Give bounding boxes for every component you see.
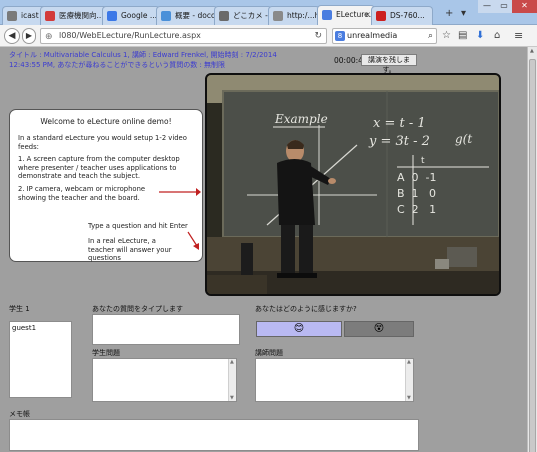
leave-lecture-button[interactable]: 講演を残します。 [361,54,417,74]
menu-icon[interactable]: ≡ [514,29,523,42]
globe-icon: ⊕ [45,32,53,42]
url-input[interactable]: ⊕ l080/WebELecture/RunLecture.aspx ↻ [40,28,327,44]
demo-paragraph-1: In a standard eLecture you would setup 1… [18,134,187,151]
board-table-head: t [421,156,425,166]
tab-label: Google ... [121,11,157,20]
scrollbar[interactable] [228,359,236,401]
close-tab-icon[interactable]: × [364,6,371,24]
smiley-icon: 😊 [293,323,305,334]
lecturer-questions-box[interactable] [255,358,414,402]
student-questions-label: 学生問題 [92,349,120,357]
tab-2[interactable]: 医療機関向... [40,6,108,25]
tab-3[interactable]: Google ... [102,6,160,25]
demo-paragraph-5: In a real eLecture, a teacher will answe… [88,237,172,262]
tab-favicon-icon [7,11,17,21]
reload-icon[interactable]: ↻ [314,29,322,43]
home-icon[interactable]: ⌂ [494,30,500,41]
url-text: l080/WebELecture/RunLecture.aspx [59,31,201,40]
student-questions-box[interactable] [92,358,237,402]
tab-list-icon[interactable]: ▾ [461,8,466,19]
demo-title: Welcome to eLecture online demo! [40,117,172,126]
list-item[interactable]: guest1 [12,324,69,332]
board-eq3: g(t [455,132,472,146]
feel-happy-button[interactable]: 😊 [256,321,342,337]
download-icon[interactable]: ⬇ [476,30,484,41]
notes-label: メモ帳 [9,410,30,418]
back-icon[interactable]: ◀ [4,28,20,44]
tab-favicon-icon [107,11,117,21]
tab-favicon-icon [45,11,55,21]
demo-paragraph-4: Type a question and hit Enter [88,222,188,230]
search-input[interactable]: 8 unrealmedia ⌕ [332,28,437,44]
lecture-info: タイトル : Multivariable Calculus 1, 講師 : Ed… [9,51,277,69]
demo-paragraph-3: 2. IP camera, webcam or microphone showi… [18,185,146,202]
search-text: unrealmedia [347,31,398,40]
tab-favicon-icon [322,10,332,20]
scroll-up-icon[interactable]: ▲ [530,48,534,54]
search-engine-icon[interactable]: 8 [335,31,345,41]
students-label: 学生 1 [9,305,30,313]
confused-icon: 😵 [373,323,385,334]
board-eq1: x = t - 1 [373,116,426,131]
feel-label: あなたはどのように感じますか? [255,305,357,313]
tab-6[interactable]: http:/...html [268,6,320,25]
tab-label: 概要 - doco... [175,11,218,20]
tab-label: どこカメ - d... [233,11,271,20]
feel-confused-button[interactable]: 😵 [344,321,414,337]
tab-favicon-icon [376,11,386,21]
board-row-c: C 2 1 [397,203,436,216]
tab-electure-active[interactable]: ELecture... × [317,5,375,26]
tab-label: 医療機関向... [59,11,104,20]
arrow-icon [187,231,199,250]
board-row-b: B 1 0 [397,187,436,200]
tab-favicon-icon [161,11,171,21]
board-example: Example [274,112,328,126]
scrollbar-thumb[interactable] [529,59,536,452]
clipboard-icon[interactable]: ▤ [458,30,467,41]
tab-favicon-icon [219,11,229,21]
tab-8[interactable]: DS-760... [371,6,433,25]
page-scrollbar[interactable]: ▲ [527,47,537,452]
search-icon[interactable]: ⌕ [428,29,433,43]
video-feed[interactable]: Example x = t - 1 y = 3t - 2 g(t t A 0 -… [205,73,501,296]
board-row-a: A 0 -1 [397,171,436,184]
new-tab-icon[interactable]: + [445,8,453,19]
tab-4[interactable]: 概要 - doco... [156,6,218,25]
arrow-icon [159,188,201,196]
board-eq2: y = 3t - 2 [368,134,430,149]
demo-instructions-panel: Welcome to eLecture online demo! In a st… [9,109,203,262]
tab-strip: icast (... 医療機関向... Google ... 概要 - doco… [0,0,537,26]
minimize-icon[interactable]: — [478,0,496,13]
question-label: あなたの質問をタイプします [92,305,183,313]
question-input[interactable] [92,314,240,345]
tab-label: DS-760... [390,11,425,20]
bookmark-star-icon[interactable]: ☆ [442,30,451,41]
notes-input[interactable] [9,419,419,451]
tab-favicon-icon [273,11,283,21]
maximize-icon[interactable]: ▭ [496,0,512,13]
forward-icon[interactable]: ▶ [22,28,36,44]
lecturer-questions-label: 講師問題 [255,349,283,357]
scrollbar[interactable] [405,359,413,401]
demo-paragraph-2: 1. A screen capture from the computer de… [18,155,180,180]
student-list[interactable]: guest1 [9,321,72,398]
tab-label: http:/...html [287,11,319,20]
lecture-video-frame: Example x = t - 1 y = 3t - 2 g(t t A 0 -… [207,75,499,294]
tab-5[interactable]: どこカメ - d... [214,6,272,25]
navigation-bar: ◀ ▶ ⊕ l080/WebELecture/RunLecture.aspx ↻… [0,25,537,47]
close-window-icon[interactable]: ✕ [512,0,537,13]
